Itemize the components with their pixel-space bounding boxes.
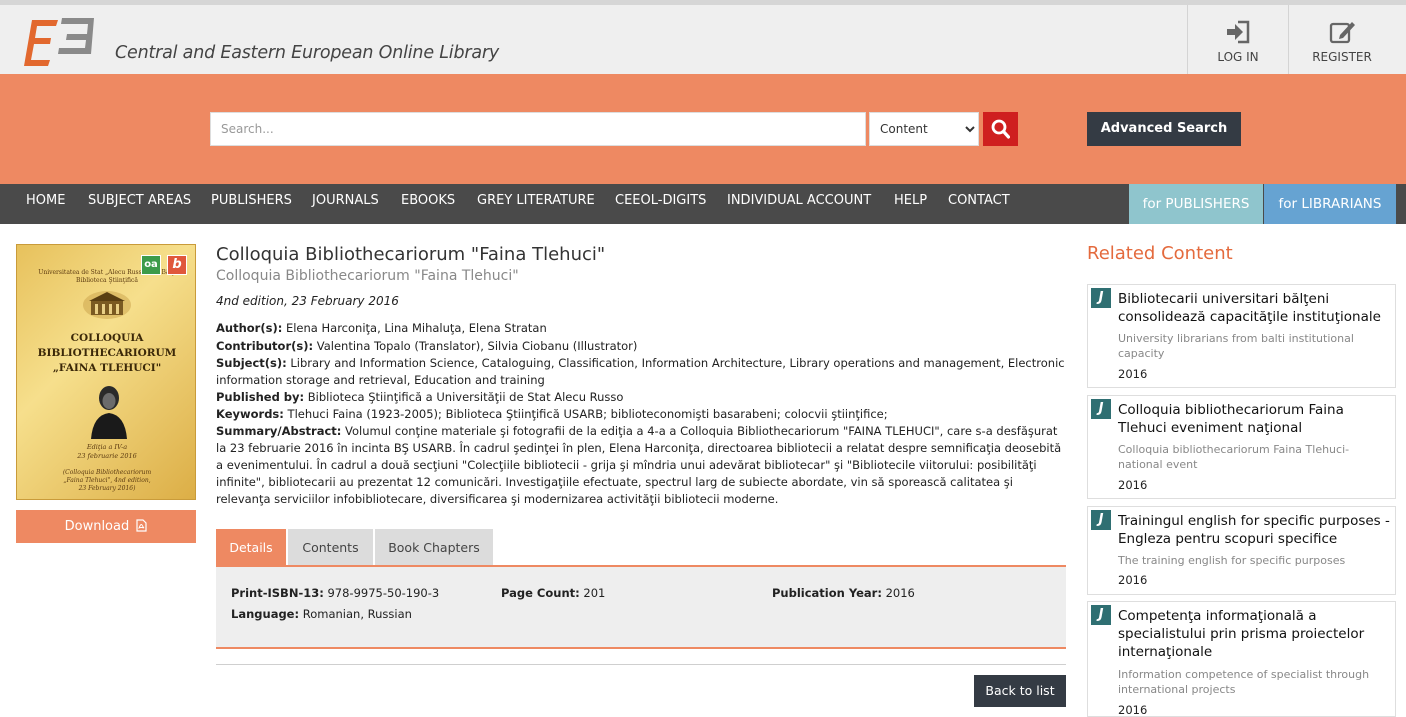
summary-label: Summary/Abstract: [216,424,342,438]
search-input[interactable] [210,112,866,146]
language-label: Language: [231,607,300,621]
book-edition: 4nd edition, 23 February 2016 [216,294,399,308]
book-subtitle: Colloquia Bibliothecariorum "Faina Tlehu… [216,268,519,284]
login-label: LOG IN [1217,50,1259,64]
related-item-year: 2016 [1118,478,1148,492]
site-header: Central and Eastern European Online Libr… [0,5,1406,74]
register-button[interactable]: REGISTER [1288,5,1395,74]
keywords-row: Keywords: Tlehuci Faina (1923-2005); Bib… [216,406,1066,423]
language-field: Language: Romanian, Russian [231,607,412,621]
keywords-label: Keywords: [216,407,284,421]
article-type-icon: J [1091,399,1111,419]
cover-edition: Ediţia a IV-a 23 februarie 2016 [77,443,137,460]
search-band: Content Advanced Search [0,74,1406,184]
pdf-icon [136,519,147,532]
nav-contact[interactable]: CONTACT [948,184,1010,224]
for-librarians-button[interactable]: for LIBRARIANS [1264,184,1396,224]
download-button[interactable]: Download [16,510,196,543]
nav-ebooks[interactable]: EBOOKS [401,184,455,224]
back-to-list-button[interactable]: Back to list [974,675,1066,707]
contributors-value[interactable]: Valentina Topalo (Translator), Silvia Ci… [317,339,638,353]
for-publishers-button[interactable]: for PUBLISHERS [1129,184,1263,224]
library-building-icon [83,291,131,319]
open-access-badge: oa [141,255,161,275]
site-name: Central and Eastern European Online Libr… [115,43,500,63]
subjects-label: Subject(s): [216,356,287,370]
tab-contents[interactable]: Contents [288,529,373,566]
publication-year-label: Publication Year: [772,586,882,600]
related-item-year: 2016 [1118,703,1148,717]
related-item-title[interactable]: Competenţa informaţională a specialistul… [1118,607,1390,661]
nav-ceeol-digits[interactable]: CEEOL-DIGITS [615,184,706,224]
isbn-value: 978-9975-50-190-3 [327,586,440,600]
related-item-year: 2016 [1118,573,1148,587]
book-title: Colloquia Bibliothecariorum "Faina Tlehu… [216,244,606,265]
isbn-label: Print-ISBN-13: [231,586,324,600]
cover-footer: (Colloquia Bibliothecariorum „Faina Tleh… [62,469,152,492]
edit-icon [1329,22,1355,44]
related-item-title[interactable]: Trainingul english for specific purposes… [1118,512,1390,548]
nav-publishers[interactable]: PUBLISHERS [211,184,292,224]
search-scope-select[interactable]: Content [869,112,979,146]
publication-year-field: Publication Year: 2016 [772,586,915,600]
search-button[interactable] [983,112,1018,146]
related-item[interactable]: J Bibliotecarii universitari bălţeni con… [1087,284,1396,388]
nav-help[interactable]: HELP [894,184,927,224]
isbn-field: Print-ISBN-13: 978-9975-50-190-3 [231,586,439,600]
related-item[interactable]: J Competenţa informaţională a specialist… [1087,601,1396,717]
keywords-value: Tlehuci Faina (1923-2005); Biblioteca Şt… [287,407,888,421]
publisher-label: Published by: [216,390,305,404]
contributors-label: Contributor(s): [216,339,314,353]
nav-individual-account[interactable]: INDIVIDUAL ACCOUNT [727,184,871,224]
publication-year-value: 2016 [885,586,915,600]
search-icon [991,119,1010,139]
publisher-row: Published by: Biblioteca Ştiinţifică a U… [216,389,1066,406]
summary-value: Volumul conţine materiale şi fotografii … [216,424,1062,506]
ceeol-logo[interactable] [18,14,98,68]
advanced-search-button[interactable]: Advanced Search [1087,112,1241,146]
download-label: Download [64,519,130,534]
page-count-label: Page Count: [501,586,580,600]
contributors-row: Contributor(s): Valentina Topalo (Transl… [216,338,1066,355]
related-item-subtitle: University librarians from balti institu… [1118,332,1354,360]
tab-details[interactable]: Details [216,529,286,566]
book-type-badge: b [167,255,187,275]
cover-title: COLLOQUIA BIBLIOTHECARIORUM „FAINA TLEHU… [37,332,177,374]
related-item[interactable]: J Colloquia bibliothecariorum Faina Tleh… [1087,395,1396,499]
publisher-value[interactable]: Biblioteca Ştiinţifică a Universităţii d… [308,390,624,404]
main-nav: HOME SUBJECT AREAS PUBLISHERS JOURNALS E… [0,184,1406,224]
related-item-year: 2016 [1118,367,1148,381]
related-item-subtitle: Information competence of specialist thr… [1118,668,1370,696]
language-value: Romanian, Russian [302,607,412,621]
book-cover[interactable]: Universitatea de Stat „Alecu Russo" din … [16,244,196,500]
subjects-value[interactable]: Library and Information Science, Catalog… [216,356,1065,387]
page-count-field: Page Count: 201 [501,586,605,600]
related-item-subtitle: The training english for specific purpos… [1118,554,1346,567]
related-content-heading: Related Content [1087,243,1233,264]
nav-home[interactable]: HOME [26,184,65,224]
summary-row: Summary/Abstract: Volumul conţine materi… [216,423,1066,508]
subjects-row: Subject(s): Library and Information Scie… [216,355,1066,389]
nav-grey-literature[interactable]: GREY LITERATURE [477,184,595,224]
register-label: REGISTER [1312,50,1372,64]
authors-row: Author(s): Elena Harconiţa, Lina Mihaluţ… [216,320,1066,337]
related-item-title[interactable]: Colloquia bibliothecariorum Faina Tlehuc… [1118,401,1390,437]
details-panel: Print-ISBN-13: 978-9975-50-190-3 Page Co… [216,565,1066,649]
article-type-icon: J [1091,510,1111,530]
nav-subject-areas[interactable]: SUBJECT AREAS [88,184,191,224]
content-divider [216,664,1066,665]
authors-value[interactable]: Elena Harconiţa, Lina Mihaluţa, Elena St… [286,321,547,335]
login-icon [1227,20,1250,44]
article-type-icon: J [1091,288,1111,308]
authors-label: Author(s): [216,321,283,335]
related-item[interactable]: J Trainingul english for specific purpos… [1087,506,1396,595]
nav-journals[interactable]: JOURNALS [312,184,379,224]
related-item-subtitle: Colloquia bibliothecariorum Faina Tlehuc… [1118,443,1350,471]
page-count-value: 201 [583,586,606,600]
tab-book-chapters[interactable]: Book Chapters [375,529,493,566]
login-button[interactable]: LOG IN [1187,5,1288,74]
related-item-title[interactable]: Bibliotecarii universitari bălţeni conso… [1118,290,1390,326]
article-type-icon: J [1091,605,1111,625]
portrait-photo [91,386,127,439]
